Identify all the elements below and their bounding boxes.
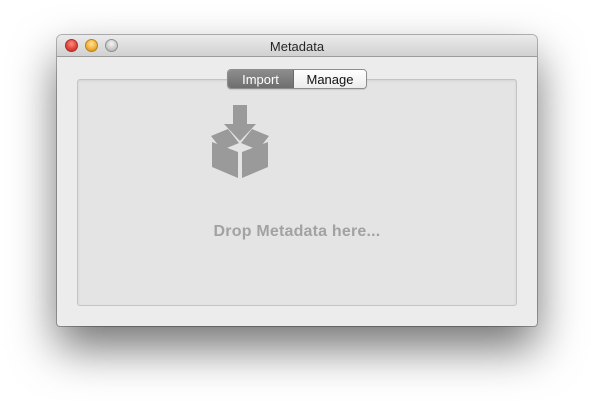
mode-segmented-control[interactable]: Import Manage (227, 69, 367, 89)
screen: Metadata Import Manage Drop Metadata her… (0, 0, 594, 406)
import-segment[interactable]: Import (228, 70, 294, 88)
manage-segment[interactable]: Manage (294, 70, 366, 88)
drop-instruction-text: Drop Metadata here... (213, 223, 381, 240)
window-title: Metadata (269, 39, 325, 54)
drop-zone[interactable] (77, 79, 517, 306)
box-download-icon (211, 105, 269, 178)
metadata-window: Metadata Import Manage (57, 35, 537, 326)
title-bar[interactable]: Metadata (57, 35, 537, 57)
